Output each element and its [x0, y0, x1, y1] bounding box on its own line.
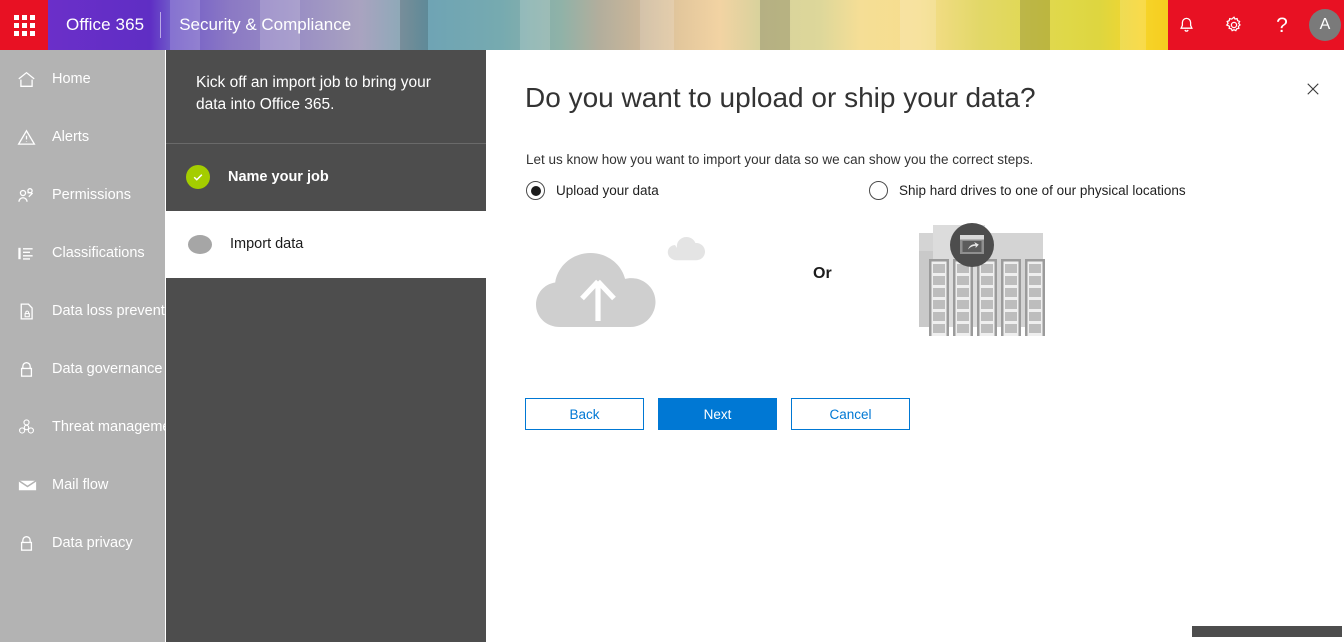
wizard-button-row: Back Next Cancel — [525, 398, 910, 430]
radio-ship-hard-drives[interactable]: Ship hard drives to one of our physical … — [869, 181, 1186, 200]
sidebar-item-alerts[interactable]: Alerts — [0, 108, 165, 166]
cancel-button[interactable]: Cancel — [791, 398, 910, 430]
check-circle-icon — [186, 165, 210, 190]
alert-triangle-icon — [16, 127, 46, 148]
gear-icon — [1225, 16, 1241, 32]
lock-icon — [16, 359, 46, 380]
office365-suite-bar: Office 365 Security & Compliance ? A — [0, 0, 1344, 50]
close-button[interactable] — [1296, 72, 1330, 106]
sidebar-item-label: Home — [52, 71, 91, 87]
document-lock-icon — [16, 301, 46, 322]
notifications-button[interactable] — [1162, 0, 1210, 50]
radio-unselected-icon — [869, 181, 888, 200]
app-root: Office 365 Security & Compliance ? A Hom… — [0, 0, 1344, 642]
biohazard-icon — [16, 417, 46, 438]
sidebar-item-classifications[interactable]: Classifications — [0, 224, 165, 282]
people-icon — [16, 185, 46, 206]
page-title: Do you want to upload or ship your data? — [525, 82, 1036, 113]
office365-brand[interactable]: Office 365 — [48, 0, 160, 50]
or-separator-label: Or — [813, 265, 832, 282]
datacenter-servers-illustration — [911, 211, 1051, 341]
envelope-icon — [16, 474, 46, 497]
sidebar-item-label: Data loss preventi — [52, 303, 165, 319]
sidebar-item-label: Data privacy — [52, 535, 133, 551]
wizard-step-name-your-job[interactable]: Name your job — [166, 143, 486, 211]
sidebar-item-permissions[interactable]: Permissions — [0, 166, 165, 224]
sidebar-item-label: Alerts — [52, 129, 90, 145]
sidebar-item-label: Threat manageme — [52, 419, 165, 435]
wizard-step-label: Name your job — [228, 169, 329, 186]
server-racks — [929, 259, 1045, 341]
small-cloud-shape — [667, 237, 705, 261]
suite-bar-actions: ? A — [1162, 0, 1344, 50]
sidebar-item-mail-flow[interactable]: Mail flow — [0, 456, 165, 514]
radio-label: Upload your data — [556, 183, 659, 198]
radio-label: Ship hard drives to one of our physical … — [899, 183, 1186, 198]
scrollbar-thumb[interactable] — [1192, 626, 1342, 637]
bell-icon — [1179, 17, 1193, 32]
dot-icon — [188, 234, 212, 254]
sidebar-item-threat-management[interactable]: Threat manageme — [0, 398, 165, 456]
cloud-upload-illustration — [516, 215, 726, 340]
left-navigation: Home Alerts Permissions Classifications … — [0, 50, 165, 642]
lock-icon — [16, 533, 46, 554]
import-method-radio-group: Upload your data Ship hard drives to one… — [526, 181, 1316, 205]
sidebar-item-data-governance[interactable]: Data governance — [0, 340, 165, 398]
help-button[interactable]: ? — [1258, 0, 1306, 50]
horizontal-scrollbar[interactable] — [1192, 624, 1344, 638]
account-manager-button[interactable]: A — [1306, 0, 1344, 50]
main-content: Do you want to upload or ship your data?… — [486, 50, 1344, 642]
next-button[interactable]: Next — [658, 398, 777, 430]
sidebar-item-data-privacy[interactable]: Data privacy — [0, 514, 165, 572]
app-name[interactable]: Security & Compliance — [161, 0, 351, 50]
wizard-step-label: Import data — [230, 236, 304, 253]
avatar: A — [1309, 9, 1341, 41]
datacenter-badge-icon — [950, 223, 994, 267]
sidebar-item-label: Data governance — [52, 361, 163, 377]
wizard-intro-text: Kick off an import job to bring your dat… — [196, 74, 431, 114]
list-icon — [16, 243, 46, 264]
sidebar-item-label: Permissions — [52, 187, 131, 203]
sidebar-item-label: Mail flow — [52, 477, 109, 493]
home-icon — [16, 69, 46, 90]
question-mark-icon: ? — [1276, 13, 1288, 37]
radio-upload-your-data[interactable]: Upload your data — [526, 181, 659, 200]
radio-selected-icon — [526, 181, 545, 200]
close-icon — [1307, 83, 1319, 95]
waffle-icon — [13, 14, 35, 36]
sidebar-item-label: Classifications — [52, 245, 145, 261]
import-wizard-panel: Kick off an import job to bring your dat… — [166, 50, 486, 642]
wizard-step-import-data[interactable]: Import data — [166, 210, 486, 278]
illustration-row: Or — [486, 215, 1276, 350]
app-launcher-button[interactable] — [0, 0, 48, 50]
back-button[interactable]: Back — [525, 398, 644, 430]
sidebar-item-data-loss-prevention[interactable]: Data loss preventi — [0, 282, 165, 340]
page-subtitle: Let us know how you want to import your … — [526, 152, 1034, 167]
settings-button[interactable] — [1210, 0, 1258, 50]
sidebar-item-home[interactable]: Home — [0, 50, 165, 108]
